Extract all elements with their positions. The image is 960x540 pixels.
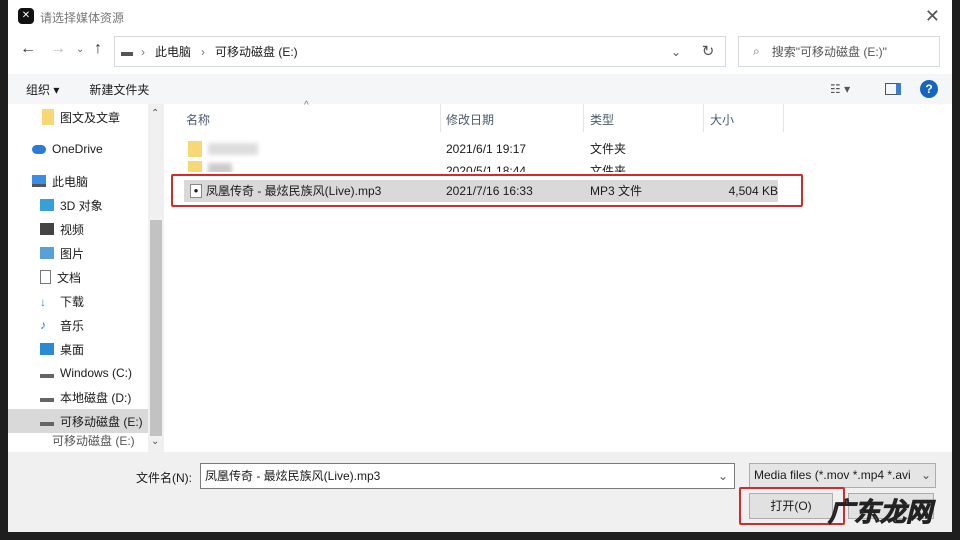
- sidebar-item[interactable]: 本地磁盘 (D:): [8, 385, 148, 409]
- column-divider[interactable]: [583, 104, 584, 132]
- chevron-down-icon: ⌄: [920, 464, 931, 487]
- file-type: 文件夹: [590, 164, 627, 172]
- back-button[interactable]: ←: [20, 40, 36, 58]
- recent-dropdown[interactable]: ⌄: [76, 44, 84, 55]
- sidebar-item[interactable]: 视频: [8, 217, 148, 241]
- drive-icon: [40, 422, 54, 426]
- folder-icon: [42, 109, 54, 125]
- dialog-title: 请选择媒体资源: [40, 11, 125, 25]
- cloud-icon: [32, 144, 46, 154]
- sidebar-item-label: 可移动磁盘 (E:): [60, 414, 143, 429]
- sidebar-item[interactable]: 可移动磁盘 (E:): [8, 428, 148, 452]
- drive-icon: [40, 398, 54, 402]
- cube-icon: [40, 199, 54, 211]
- help-icon[interactable]: ?: [920, 80, 938, 98]
- scroll-down-icon[interactable]: ⌄: [151, 436, 159, 447]
- video-icon: [40, 223, 54, 235]
- watermark: 广东龙网: [827, 497, 933, 528]
- blurred-name: [208, 163, 232, 172]
- sidebar-item[interactable]: ♪ 音乐: [8, 313, 148, 337]
- folder-icon: [188, 161, 202, 172]
- sidebar-item[interactable]: 图片: [8, 241, 148, 265]
- file-row[interactable]: 2021/6/1 19:17 文件夹: [178, 138, 778, 160]
- highlight-box: [171, 174, 803, 207]
- file-open-dialog: ✕ 请选择媒体资源 ✕ ← → ⌄ ↑ › 此电脑 › 可移动磁盘 (E:) ⌄…: [8, 0, 952, 532]
- forward-button[interactable]: →: [50, 40, 66, 58]
- drive-icon: [121, 51, 133, 56]
- chevron-right-icon: ›: [141, 44, 145, 59]
- sidebar-item[interactable]: 3D 对象: [8, 193, 148, 217]
- column-header-size[interactable]: 大小: [710, 108, 734, 132]
- file-type: 文件夹: [590, 142, 627, 156]
- address-bar[interactable]: › 此电脑 › 可移动磁盘 (E:) ⌄: [114, 36, 726, 67]
- picture-icon: [40, 247, 54, 259]
- column-divider[interactable]: [783, 104, 784, 132]
- sidebar-item-label: 下载: [60, 294, 85, 309]
- scroll-up-icon[interactable]: ⌃: [151, 108, 159, 119]
- sidebar-item[interactable]: 图文及文章: [8, 105, 148, 129]
- filename-value: 凤凰传奇 - 最炫民族风(Live).mp3: [205, 469, 381, 483]
- filename-input[interactable]: 凤凰传奇 - 最炫民族风(Live).mp3 ⌄: [200, 463, 735, 489]
- chevron-down-icon[interactable]: ⌄: [718, 464, 728, 488]
- filename-label: 文件名(N):: [136, 471, 192, 485]
- scrollbar-thumb[interactable]: [150, 220, 162, 436]
- close-button[interactable]: ✕: [925, 6, 940, 27]
- download-icon: ↓: [40, 295, 46, 309]
- blurred-name: [208, 143, 258, 155]
- sidebar-item-label: 3D 对象: [60, 198, 103, 213]
- toolbar: 组织 ▾ 新建文件夹 ☷ ▾ ?: [8, 74, 952, 104]
- sidebar-item-label: 文档: [57, 270, 82, 285]
- folder-icon: [188, 141, 202, 157]
- sidebar-item[interactable]: 桌面: [8, 337, 148, 361]
- document-icon: [40, 270, 51, 284]
- file-date: 2020/5/1 18:44: [446, 164, 527, 172]
- view-options-icon[interactable]: ☷ ▾: [830, 82, 850, 96]
- sidebar-item-label: Windows (C:): [60, 366, 133, 380]
- file-date: 2021/6/1 19:17: [446, 142, 527, 156]
- sidebar-item-label: 本地磁盘 (D:): [60, 390, 132, 405]
- sidebar-item-label: 此电脑: [52, 174, 89, 189]
- desktop-icon: [40, 343, 54, 355]
- breadcrumb-current[interactable]: 可移动磁盘 (E:): [215, 43, 298, 60]
- filetype-select[interactable]: Media files (*.mov *.mp4 *.avi ⌄: [749, 463, 936, 488]
- filetype-value: Media files (*.mov *.mp4 *.avi: [754, 468, 911, 482]
- refresh-button[interactable]: ↻: [691, 36, 726, 67]
- sidebar-item[interactable]: 此电脑: [8, 169, 148, 193]
- organize-menu[interactable]: 组织 ▾: [26, 81, 59, 98]
- drive-icon: [40, 374, 54, 378]
- sidebar-item[interactable]: ↓ 下载: [8, 289, 148, 313]
- sidebar-item[interactable]: Windows (C:): [8, 361, 148, 385]
- sidebar-item-label: 音乐: [60, 318, 85, 333]
- sidebar-item-label: 可移动磁盘 (E:): [52, 433, 135, 448]
- up-button[interactable]: ↑: [94, 40, 102, 58]
- new-folder-button[interactable]: 新建文件夹: [89, 81, 149, 98]
- music-icon: ♪: [40, 318, 46, 332]
- column-header-name[interactable]: 名称: [186, 108, 210, 132]
- breadcrumb-root[interactable]: 此电脑: [155, 43, 191, 60]
- sidebar-item[interactable]: OneDrive: [8, 137, 148, 161]
- chevron-right-icon: ›: [201, 44, 206, 59]
- navigation-pane: 图文及文章 OneDrive 此电脑 3D 对象 视频 图片 文档 ↓ 下载 ♪ 音…: [8, 104, 164, 452]
- address-dropdown-icon[interactable]: ⌄: [671, 45, 681, 59]
- sidebar-item-label: OneDrive: [52, 142, 103, 156]
- preview-pane-icon[interactable]: [885, 83, 901, 95]
- column-divider[interactable]: [440, 104, 441, 132]
- sidebar-item-label: 视频: [60, 222, 85, 237]
- search-placeholder: 搜索"可移动磁盘 (E:)": [771, 45, 887, 59]
- computer-icon: [32, 175, 46, 187]
- file-row[interactable]: 2020/5/1 18:44 文件夹: [178, 158, 778, 172]
- sort-ascending-icon: ^: [304, 100, 309, 111]
- column-header-type[interactable]: 类型: [590, 108, 614, 132]
- sidebar-item-label: 图片: [60, 246, 85, 261]
- search-input[interactable]: ⌕ 搜索"可移动磁盘 (E:)": [738, 36, 940, 67]
- sidebar-item-label: 图文及文章: [60, 110, 121, 125]
- column-divider[interactable]: [703, 104, 704, 132]
- search-icon: ⌕: [753, 44, 760, 58]
- app-logo-icon: ✕: [18, 8, 34, 24]
- column-header-date[interactable]: 修改日期: [446, 108, 494, 132]
- sidebar-item[interactable]: 文档: [8, 265, 148, 289]
- sidebar-item-label: 桌面: [60, 342, 85, 357]
